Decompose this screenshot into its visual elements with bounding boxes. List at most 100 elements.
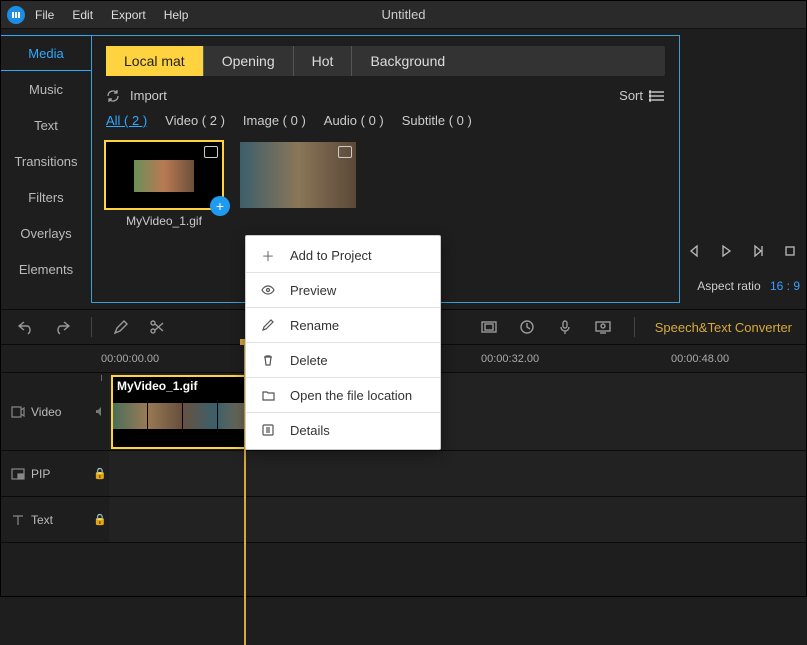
- context-rename[interactable]: Rename: [246, 310, 440, 340]
- context-separator: [246, 307, 440, 308]
- toolbar-separator: [91, 317, 92, 337]
- filter-subtitle[interactable]: Subtitle ( 0 ): [402, 113, 472, 128]
- aspect-ratio-value[interactable]: 16 : 9: [770, 279, 800, 293]
- context-item-label: Add to Project: [290, 248, 372, 263]
- clip-frame: [113, 403, 148, 429]
- context-separator: [246, 377, 440, 378]
- sort-button[interactable]: Sort: [619, 88, 643, 103]
- track-body-text[interactable]: [109, 497, 806, 542]
- aspect-ratio-row: Aspect ratio 16 : 9: [697, 279, 800, 293]
- context-details[interactable]: Details: [246, 415, 440, 445]
- sidebar-item-elements[interactable]: Elements: [1, 251, 91, 287]
- filter-image[interactable]: Image ( 0 ): [243, 113, 306, 128]
- context-menu: ＋ Add to Project Preview Rename Delete O…: [245, 235, 441, 450]
- track-body-video[interactable]: MyVideo_1.gif: [109, 373, 806, 450]
- next-frame-button[interactable]: [748, 241, 768, 261]
- video-track-icon: [11, 406, 25, 418]
- context-item-label: Delete: [290, 353, 328, 368]
- duration-button[interactable]: [516, 316, 538, 338]
- timeline-clip-1[interactable]: MyVideo_1.gif: [111, 375, 251, 449]
- media-item-2: [240, 142, 356, 228]
- filter-all[interactable]: All ( 2 ): [106, 113, 147, 128]
- track-lock-text[interactable]: 🔒: [91, 513, 109, 526]
- time-mark: 00:00:00.00: [101, 353, 159, 365]
- media-item-1-label: MyVideo_1.gif: [126, 214, 202, 228]
- refresh-icon[interactable]: [106, 89, 120, 103]
- crop-button[interactable]: [478, 316, 500, 338]
- context-delete[interactable]: Delete: [246, 345, 440, 375]
- menu-export[interactable]: Export: [111, 8, 146, 22]
- menu-edit[interactable]: Edit: [72, 8, 93, 22]
- toolbar-separator: [634, 317, 635, 337]
- context-item-label: Open the file location: [290, 388, 412, 403]
- filter-video[interactable]: Video ( 2 ): [165, 113, 225, 128]
- import-button[interactable]: Import: [130, 88, 167, 103]
- split-scissors-button[interactable]: [146, 316, 168, 338]
- sidebar-item-transitions[interactable]: Transitions: [1, 143, 91, 179]
- track-header-video: Video: [1, 373, 91, 450]
- track-label: Video: [31, 405, 61, 419]
- tab-background[interactable]: Background: [352, 46, 463, 76]
- toolbar-right-group: Speech&Text Converter: [478, 316, 792, 338]
- text-track-icon: [11, 514, 25, 526]
- sidebar-item-music[interactable]: Music: [1, 71, 91, 107]
- context-open-file-location[interactable]: Open the file location: [246, 380, 440, 410]
- track-header-text: Text: [1, 497, 91, 542]
- preview-pane: Aspect ratio 16 : 9: [686, 29, 806, 309]
- plus-icon: ＋: [260, 246, 276, 265]
- play-button[interactable]: [716, 241, 736, 261]
- media-item-1: + MyVideo_1.gif: [106, 142, 222, 228]
- camera-icon: [338, 146, 352, 158]
- clip-label: MyVideo_1.gif: [117, 379, 197, 393]
- track-lock-pip[interactable]: 🔒: [91, 467, 109, 480]
- redo-button[interactable]: [51, 316, 73, 338]
- clip-frame: [148, 403, 183, 429]
- thumbnail-image: [134, 160, 194, 192]
- prev-frame-button[interactable]: [684, 241, 704, 261]
- voiceover-mic-button[interactable]: [554, 316, 576, 338]
- time-mark: 00:00:48.00: [671, 353, 729, 365]
- pip-track-icon: [11, 468, 25, 480]
- filter-audio[interactable]: Audio ( 0 ): [324, 113, 384, 128]
- details-icon: [260, 424, 276, 436]
- media-thumbnail-1[interactable]: +: [106, 142, 222, 208]
- track-pip: PIP 🔒: [1, 451, 806, 497]
- record-screen-button[interactable]: [592, 316, 614, 338]
- context-item-label: Rename: [290, 318, 339, 333]
- tab-opening[interactable]: Opening: [204, 46, 294, 76]
- speech-text-converter-link[interactable]: Speech&Text Converter: [655, 320, 792, 335]
- context-preview[interactable]: Preview: [246, 275, 440, 305]
- undo-button[interactable]: [15, 316, 37, 338]
- sidebar-item-text[interactable]: Text: [1, 107, 91, 143]
- track-label: PIP: [31, 467, 50, 481]
- aspect-ratio-label: Aspect ratio: [697, 279, 760, 293]
- eye-icon: [260, 285, 276, 295]
- track-body-pip[interactable]: [109, 451, 806, 496]
- media-thumbnail-2[interactable]: [240, 142, 356, 208]
- context-add-to-project[interactable]: ＋ Add to Project: [246, 240, 440, 270]
- menubar: File Edit Export Help Untitled: [1, 1, 806, 29]
- edit-pencil-button[interactable]: [110, 316, 132, 338]
- media-filter-row: All ( 2 ) Video ( 2 ) Image ( 0 ) Audio …: [106, 113, 665, 128]
- stop-button[interactable]: [780, 241, 800, 261]
- sidebar-item-filters[interactable]: Filters: [1, 179, 91, 215]
- sidebar-item-media[interactable]: Media: [1, 35, 91, 71]
- tab-local-material[interactable]: Local mat: [106, 46, 204, 76]
- context-separator: [246, 342, 440, 343]
- trash-icon: [260, 354, 276, 366]
- menu-file[interactable]: File: [35, 8, 54, 22]
- track-header-pip: PIP: [1, 451, 91, 496]
- sidebar: Media Music Text Transitions Filters Ove…: [1, 29, 91, 309]
- sort-list-icon[interactable]: [649, 90, 665, 102]
- context-item-label: Preview: [290, 283, 336, 298]
- sidebar-item-overlays[interactable]: Overlays: [1, 215, 91, 251]
- add-to-project-badge[interactable]: +: [210, 196, 230, 216]
- playback-controls: [684, 241, 800, 261]
- track-label: Text: [31, 513, 53, 527]
- track-mute-video[interactable]: [91, 406, 109, 417]
- app-logo-icon: [7, 6, 25, 24]
- context-separator: [246, 412, 440, 413]
- media-thumbnails: + MyVideo_1.gif: [106, 142, 665, 228]
- menu-help[interactable]: Help: [164, 8, 189, 22]
- tab-hot[interactable]: Hot: [294, 46, 353, 76]
